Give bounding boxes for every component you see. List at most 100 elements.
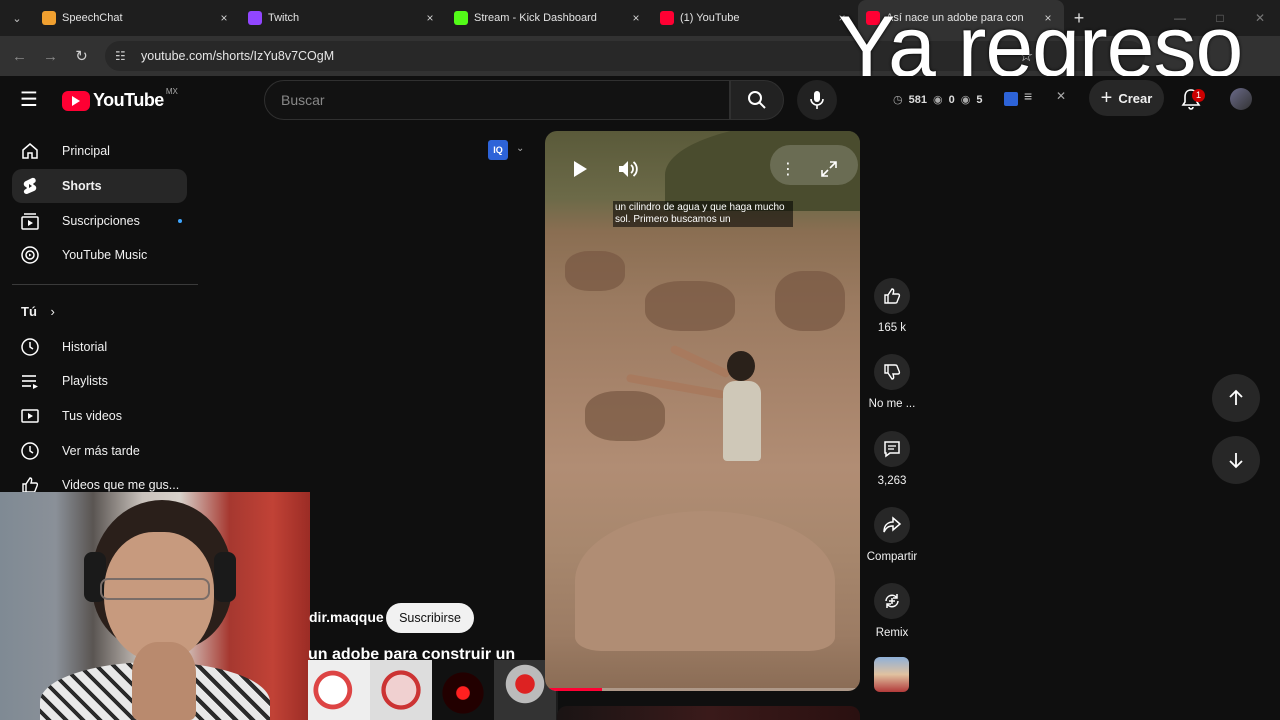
tab-favicon-icon xyxy=(454,11,468,25)
country-code: MX xyxy=(165,87,178,96)
chevron-down-icon[interactable]: ⌄ xyxy=(516,143,524,154)
notification-badge: 1 xyxy=(1192,89,1206,102)
glasses xyxy=(100,578,210,600)
sidebar-item-shorts[interactable]: Shorts xyxy=(12,169,187,203)
url-text: youtube.com/shorts/IzYu8v7COgM xyxy=(141,49,335,63)
watch-later-icon xyxy=(12,441,62,461)
chevron-right-icon: › xyxy=(50,304,55,319)
sidebar-item-playlists[interactable]: Playlists xyxy=(12,364,187,398)
sound-thumbnail[interactable] xyxy=(874,657,909,692)
like-button[interactable] xyxy=(874,278,910,314)
comments-button[interactable] xyxy=(874,431,910,467)
iq-extension-badge[interactable]: IQ xyxy=(488,140,508,160)
like-action[interactable]: 165 k xyxy=(866,278,918,334)
shorts-video-player[interactable]: ⋮ un cilindro de agua y que haga mucho s… xyxy=(545,131,860,691)
browser-tab[interactable]: Twitch × xyxy=(240,0,446,36)
browser-tab[interactable]: (1) YouTube × xyxy=(652,0,858,36)
sticker-cows xyxy=(308,660,370,720)
volume-button[interactable] xyxy=(616,157,640,181)
back-icon[interactable]: ← xyxy=(4,48,35,65)
playlists-icon xyxy=(12,371,62,391)
webcam-overlay xyxy=(0,492,310,720)
dislike-button[interactable] xyxy=(874,354,910,390)
close-tab-icon[interactable]: × xyxy=(628,11,644,25)
search-input[interactable]: Buscar xyxy=(264,80,730,120)
you-label: Tú xyxy=(21,304,37,319)
list-icon[interactable]: ≡ xyxy=(1024,88,1032,104)
search-button[interactable] xyxy=(730,80,784,120)
stream-stickers xyxy=(308,660,558,720)
fullscreen-button[interactable] xyxy=(817,157,841,181)
mute-icon[interactable]: ✕ xyxy=(1056,89,1066,103)
create-button[interactable]: + Crear xyxy=(1089,80,1164,116)
sidebar-item-historial[interactable]: Historial xyxy=(12,330,187,364)
stat-eye-2: 5 xyxy=(976,93,983,106)
site-info-icon[interactable]: ☷ xyxy=(115,49,133,63)
video-progress-fill xyxy=(545,688,602,691)
plus-icon: + xyxy=(1100,87,1113,109)
tab-favicon-icon xyxy=(42,11,56,25)
tab-title: Stream - Kick Dashboard xyxy=(474,12,597,24)
eye-icon: ◉ xyxy=(932,94,943,106)
remix-action[interactable]: Remix xyxy=(866,583,918,639)
iq-extension-icon[interactable] xyxy=(1004,92,1018,106)
youtube-header: ☰ YouTube MX Buscar ◷ 581 ◉ 0 ◉ 5 ≡ ✕ + … xyxy=(0,76,1280,124)
close-tab-icon[interactable]: × xyxy=(422,11,438,25)
forward-icon[interactable]: → xyxy=(35,48,66,65)
voice-search-button[interactable] xyxy=(797,80,837,120)
subscriptions-icon xyxy=(12,211,62,231)
browser-tab[interactable]: Stream - Kick Dashboard × xyxy=(446,0,652,36)
tab-favicon-icon xyxy=(248,11,262,25)
browser-tab[interactable]: SpeechChat × xyxy=(34,0,240,36)
volume-icon xyxy=(619,161,638,177)
more-options-icon[interactable]: ⋮ xyxy=(776,157,800,181)
close-window-icon[interactable]: ✕ xyxy=(1240,11,1280,25)
stat-eye: 0 xyxy=(948,93,955,106)
subscribe-button[interactable]: Suscribirse xyxy=(386,603,474,633)
menu-icon[interactable]: ☰ xyxy=(20,90,42,110)
video-person-arm xyxy=(669,344,731,379)
sidebar-item-tus-videos[interactable]: Tus videos xyxy=(12,399,187,433)
account-avatar[interactable] xyxy=(1230,88,1252,110)
tab-title: SpeechChat xyxy=(62,12,123,24)
sidebar-item-label: Historial xyxy=(62,340,108,354)
remix-icon xyxy=(885,594,899,608)
tab-search-chevron-icon[interactable]: ⌄ xyxy=(0,0,34,36)
next-short-button[interactable] xyxy=(1212,436,1260,484)
youtube-logo[interactable]: YouTube MX xyxy=(62,87,178,111)
history-icon xyxy=(12,337,62,357)
webcam-person-hand xyxy=(132,642,196,720)
eye-icon: ◉ xyxy=(960,94,971,106)
dislike-action[interactable]: No me ... xyxy=(866,354,918,410)
video-rock xyxy=(565,251,625,291)
video-progress-bar[interactable] xyxy=(545,688,860,691)
comments-action[interactable]: 3,263 xyxy=(866,431,918,487)
stat-clock: 581 xyxy=(908,93,927,106)
sidebar-item-label: Playlists xyxy=(62,374,108,388)
shorts-icon xyxy=(12,176,62,196)
comment-icon xyxy=(884,441,900,458)
remix-button[interactable] xyxy=(874,583,910,619)
dislike-label: No me ... xyxy=(868,398,916,410)
sidebar-item-suscripciones[interactable]: Suscripciones xyxy=(12,204,187,238)
sidebar-item-ver-mas-tarde[interactable]: Ver más tarde xyxy=(12,434,187,468)
sticker-red-eyes xyxy=(432,660,494,720)
previous-short-button[interactable] xyxy=(1212,374,1260,422)
next-short-preview[interactable] xyxy=(557,706,860,720)
sidebar-item-youtube-music[interactable]: YouTube Music xyxy=(12,238,187,272)
tab-title: (1) YouTube xyxy=(680,12,740,24)
video-person-body xyxy=(723,381,761,461)
search-icon xyxy=(748,91,766,109)
close-tab-icon[interactable]: × xyxy=(216,11,232,25)
sidebar-item-label: Suscripciones xyxy=(62,214,140,228)
channel-name[interactable]: dir.maqque xyxy=(309,609,384,625)
video-rock xyxy=(585,391,665,441)
you-section-header[interactable]: Tú › xyxy=(21,304,55,319)
logo-text: YouTube xyxy=(93,90,164,110)
play-button[interactable] xyxy=(568,157,592,181)
sidebar-item-principal[interactable]: Principal xyxy=(12,134,187,168)
share-button[interactable] xyxy=(874,507,910,543)
remix-label: Remix xyxy=(875,627,909,639)
reload-icon[interactable]: ↻ xyxy=(66,47,97,65)
share-action[interactable]: Compartir xyxy=(866,507,918,563)
